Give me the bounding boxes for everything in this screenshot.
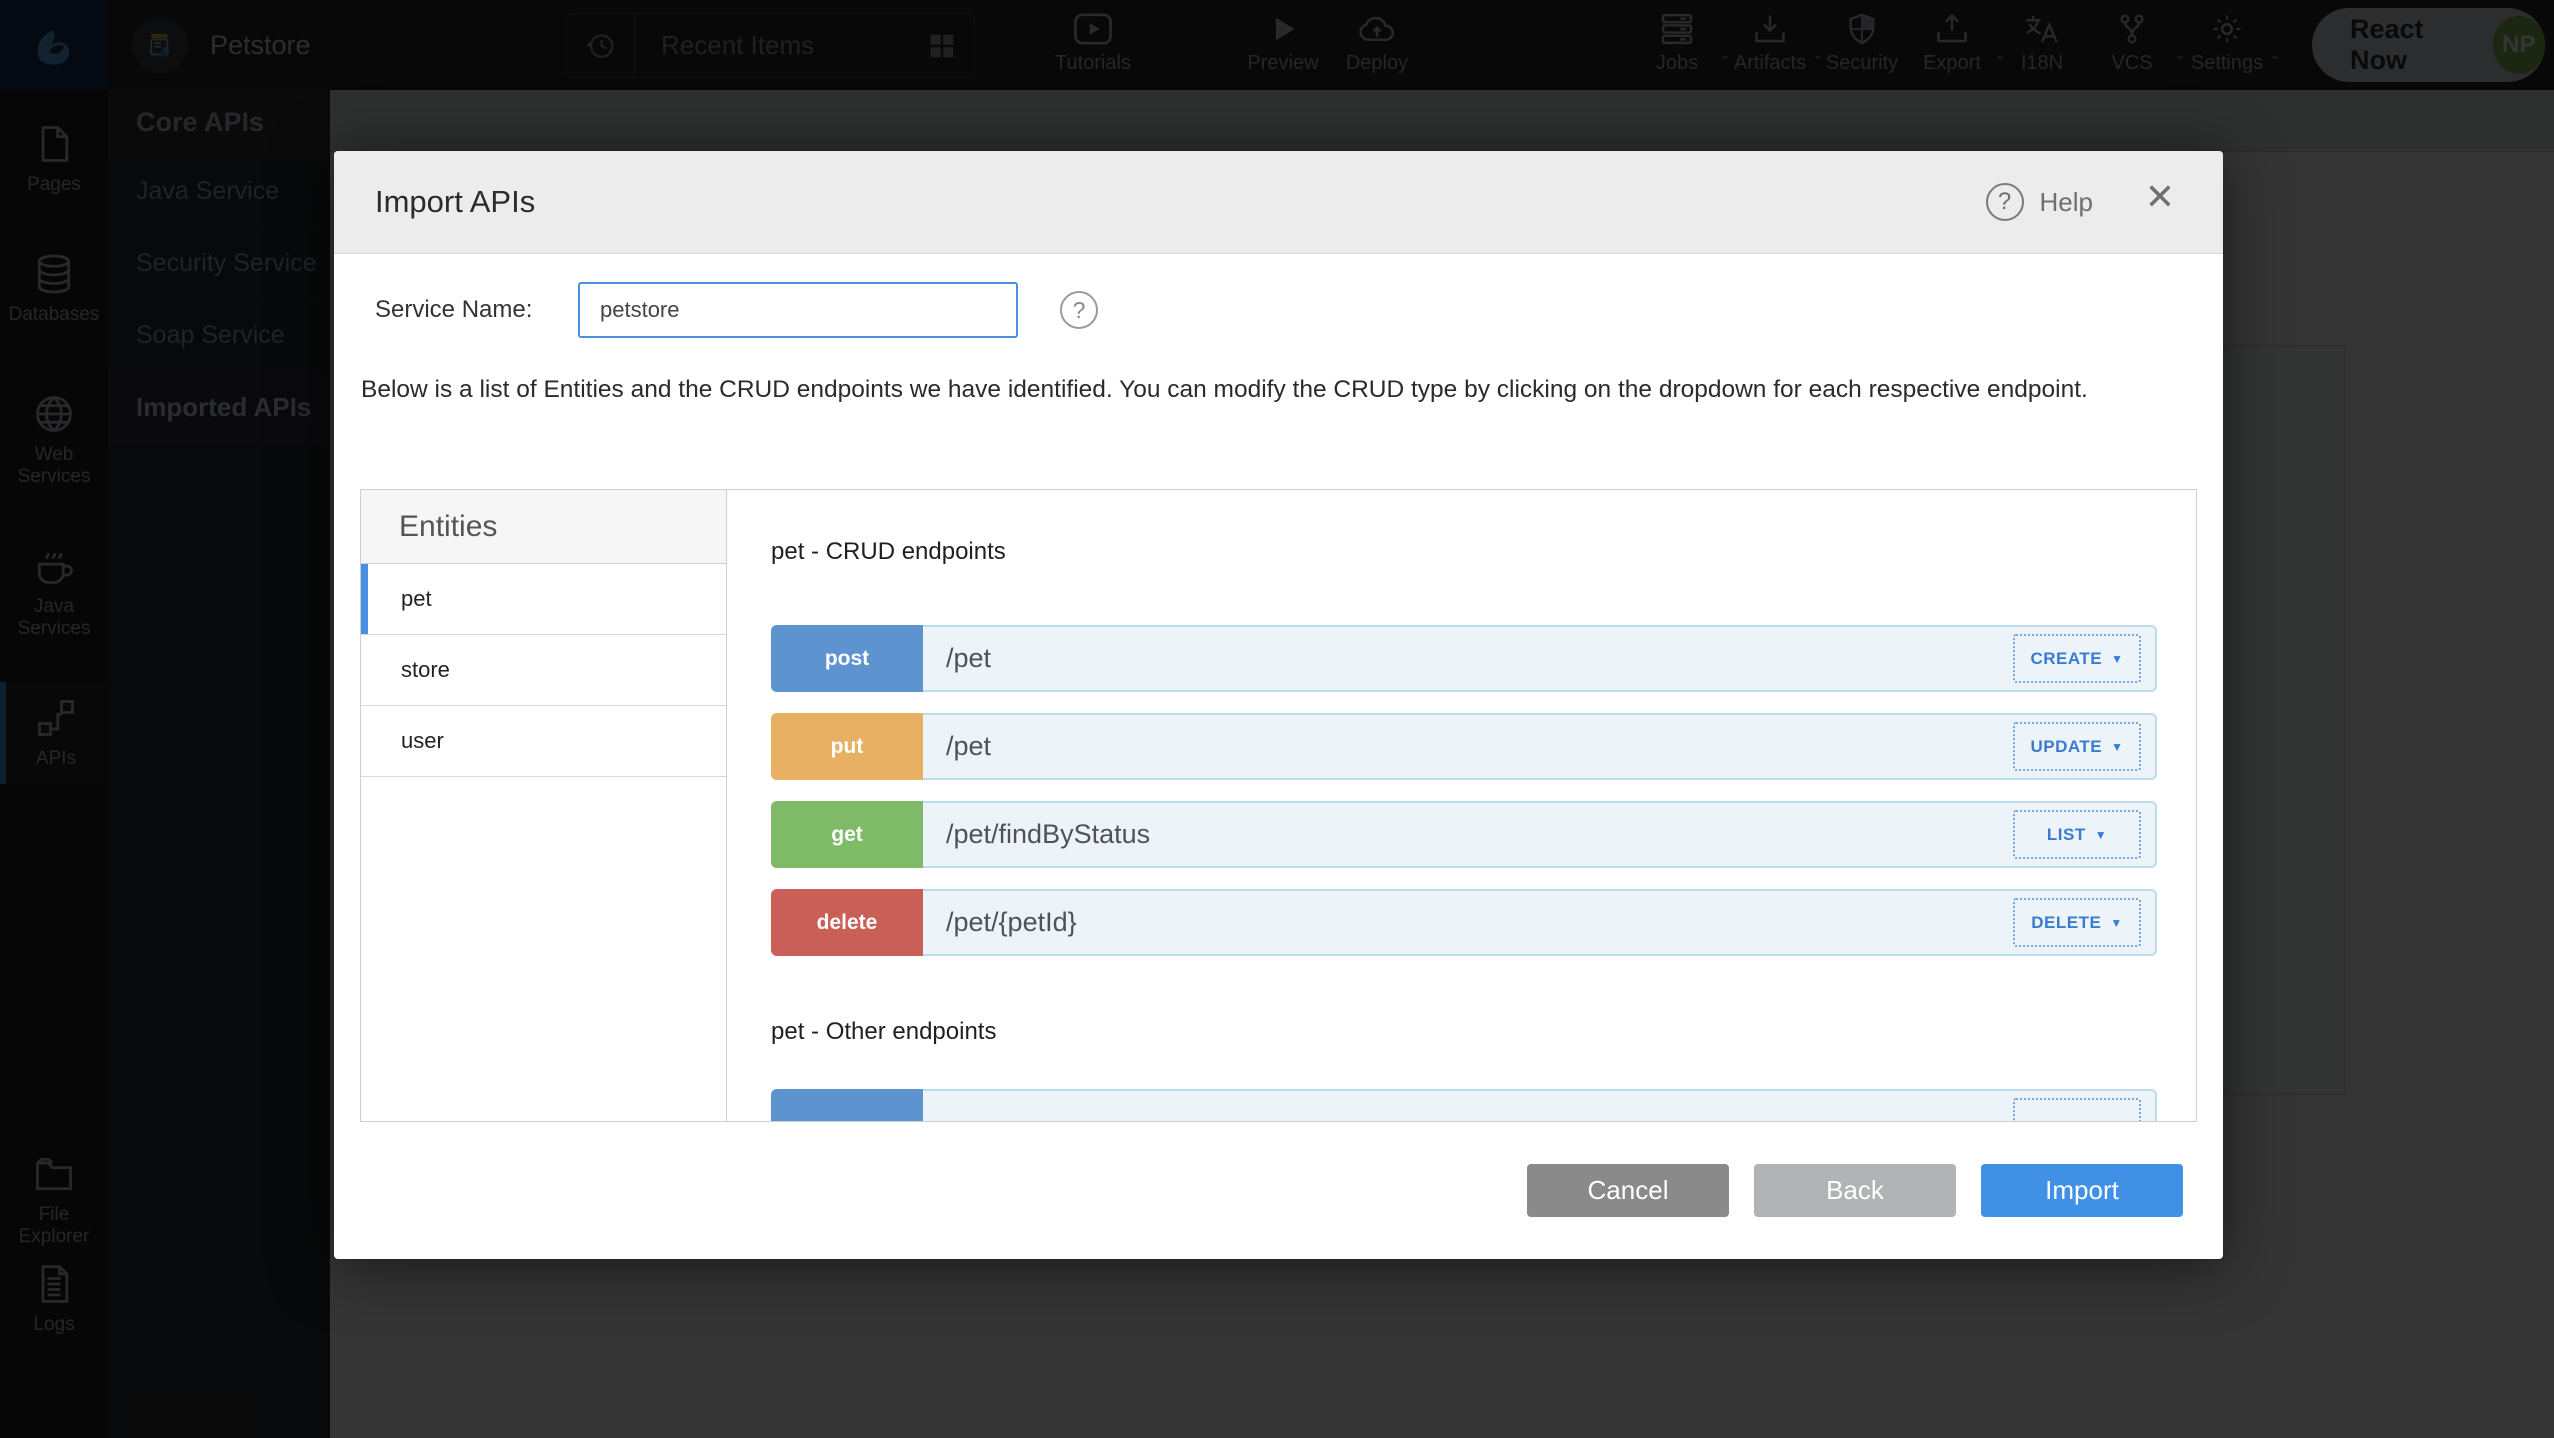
modal-title: Import APIs — [375, 184, 535, 220]
caret-down-icon: ▼ — [2095, 828, 2107, 842]
method-badge — [771, 1089, 923, 1121]
cancel-button[interactable]: Cancel — [1527, 1164, 1729, 1217]
modal-footer: Cancel Back Import — [334, 1122, 2223, 1259]
help-label: Help — [2040, 187, 2093, 218]
caret-down-icon: ▼ — [2111, 740, 2123, 754]
help-circle-icon: ? — [1986, 183, 2024, 221]
close-icon[interactable]: ✕ — [2145, 179, 2175, 215]
crud-type-dropdown[interactable]: UPDATE ▼ — [2013, 722, 2141, 771]
other-endpoints-heading: pet - Other endpoints — [771, 1018, 2157, 1048]
entities-header: Entities — [361, 490, 726, 564]
crud-endpoints-heading: pet - CRUD endpoints — [771, 538, 2157, 568]
entities-endpoints-container: Entities pet store user pet - CRUD endpo… — [360, 489, 2197, 1122]
endpoint-path: /pet — [946, 715, 991, 778]
caret-down-icon: ▼ — [2110, 916, 2122, 930]
service-name-help-icon[interactable]: ? — [1060, 291, 1098, 329]
method-badge: put — [771, 713, 923, 780]
entities-column: Entities pet store user — [361, 490, 727, 1121]
crud-type-dropdown[interactable]: DELETE ▼ — [2013, 898, 2141, 947]
endpoint-row: delete /pet/{petId} DELETE ▼ — [771, 889, 2157, 956]
crud-type-dropdown[interactable] — [2013, 1098, 2141, 1121]
endpoint-row: put /pet UPDATE ▼ — [771, 713, 2157, 780]
modal-description: Below is a list of Entities and the CRUD… — [361, 373, 2211, 406]
crud-type-dropdown[interactable]: CREATE ▼ — [2013, 634, 2141, 683]
service-name-input[interactable] — [578, 282, 1018, 338]
modal-header: Import APIs ? Help ✕ — [334, 151, 2223, 254]
entity-item-store[interactable]: store — [361, 635, 726, 706]
endpoint-row: post /pet CREATE ▼ — [771, 625, 2157, 692]
entity-item-user[interactable]: user — [361, 706, 726, 777]
import-button[interactable]: Import — [1981, 1164, 2183, 1217]
import-apis-modal: Import APIs ? Help ✕ Service Name: ? Bel… — [334, 151, 2223, 1259]
method-badge: post — [771, 625, 923, 692]
back-button[interactable]: Back — [1754, 1164, 1956, 1217]
endpoint-path: /pet/{petId} — [946, 891, 1077, 954]
method-badge: get — [771, 801, 923, 868]
crud-type-dropdown[interactable]: LIST ▼ — [2013, 810, 2141, 859]
endpoint-path: /pet — [946, 627, 991, 690]
service-name-label: Service Name: — [375, 296, 578, 324]
help-button[interactable]: ? Help — [1986, 183, 2093, 221]
entity-item-pet[interactable]: pet — [361, 564, 726, 635]
method-badge: delete — [771, 889, 923, 956]
endpoint-row: get /pet/findByStatus LIST ▼ — [771, 801, 2157, 868]
endpoint-row-partial — [771, 1089, 2157, 1121]
service-name-row: Service Name: ? — [375, 282, 1098, 338]
app-root: Petstore Recent Items Tutorials Preview … — [0, 0, 2554, 1438]
endpoint-path: /pet/findByStatus — [946, 803, 1150, 866]
caret-down-icon: ▼ — [2111, 652, 2123, 666]
endpoints-column: pet - CRUD endpoints post /pet CREATE ▼ … — [727, 490, 2196, 1121]
